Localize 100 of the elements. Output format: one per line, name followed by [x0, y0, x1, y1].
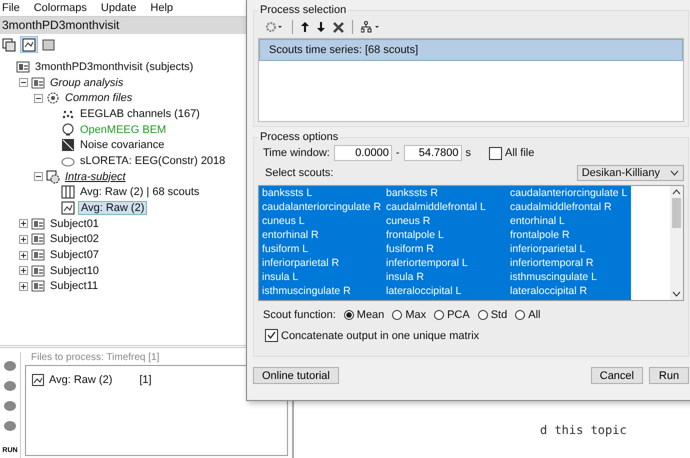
scout-item[interactable]: bankssts L: [259, 186, 383, 200]
field-label: Scout function:: [263, 309, 336, 321]
function-radio[interactable]: Max: [392, 309, 426, 321]
scout-item[interactable]: lateraloccipital L: [383, 284, 507, 298]
subject-icon: [31, 76, 45, 90]
tree-item[interactable]: 3monthPD3monthvisit (subjects): [33, 60, 196, 73]
scroll-down-icon[interactable]: [672, 291, 681, 297]
scout-item[interactable]: frontalpole R: [507, 228, 631, 242]
function-radio[interactable]: PCA: [434, 309, 470, 321]
file-icon: [32, 374, 44, 386]
panel-title: Files to process: Timefreq [1]: [30, 352, 160, 365]
tree-item[interactable]: Intra-subject: [63, 170, 128, 183]
tree-item[interactable]: sLORETA: EEG(Constr) 2018: [78, 154, 228, 167]
scout-item[interactable]: entorhinal L: [507, 214, 631, 228]
expander-icon[interactable]: [19, 266, 28, 276]
atlas-dropdown[interactable]: Desikan-Killiany: [576, 165, 684, 181]
field-label: Select scouts:: [265, 167, 334, 179]
move-down-button[interactable]: [317, 22, 325, 32]
scout-item[interactable]: lateraloccipital R: [507, 284, 631, 298]
scrollbar[interactable]: [670, 186, 683, 300]
group-title: Process selection: [259, 4, 348, 16]
menu-item[interactable]: Help: [150, 2, 174, 14]
subject-icon: [31, 232, 45, 246]
concatenate-checkbox[interactable]: Concatenate output in one unique matrix: [258, 325, 684, 352]
toolbar-button[interactable]: [20, 36, 38, 53]
tree-item[interactable]: Noise covariance: [78, 139, 166, 152]
cancel-button[interactable]: Cancel: [590, 367, 643, 384]
tutorial-button[interactable]: Online tutorial: [253, 367, 339, 384]
expander-icon[interactable]: [34, 94, 43, 103]
tree-item[interactable]: Subject11: [48, 280, 100, 292]
menu-item[interactable]: Update: [100, 2, 136, 14]
move-up-button[interactable]: [301, 22, 309, 32]
unit-label: s: [466, 147, 472, 159]
scout-item[interactable]: inferiorparietal L: [507, 242, 631, 256]
tree-item[interactable]: Avg: Raw (2): [78, 201, 148, 216]
scroll-thumb[interactable]: [672, 198, 681, 228]
gear-icon: [46, 91, 60, 106]
page-text: d this topic: [540, 423, 627, 437]
scout-item[interactable]: insula R: [383, 270, 507, 284]
data-entry[interactable]: Avg: Raw (2): [49, 374, 112, 386]
function-radio[interactable]: Std: [478, 309, 508, 321]
tree-item[interactable]: Subject10: [48, 264, 101, 277]
expander-icon[interactable]: [19, 234, 28, 244]
scout-item[interactable]: caudalanteriorcingulate R: [259, 200, 383, 214]
menu-item[interactable]: Colormaps: [34, 2, 87, 14]
scout-item[interactable]: caudalanteriorcingulate L: [507, 186, 631, 200]
time-start-field[interactable]: 0.0000: [334, 145, 392, 161]
head-icon: [61, 122, 75, 137]
tree-item[interactable]: OpenMEEG BEM: [78, 124, 168, 136]
all-file-checkbox[interactable]: All file: [489, 146, 534, 160]
scout-item[interactable]: entorhinal R: [259, 228, 383, 242]
expander-icon[interactable]: [19, 78, 28, 88]
group-title: Process options: [259, 131, 340, 143]
tree-item[interactable]: Subject07: [48, 249, 101, 262]
tree-item[interactable]: Subject02: [48, 233, 101, 246]
range-separator: -: [396, 147, 400, 159]
scout-item[interactable]: isthmuscingulate R: [259, 284, 383, 298]
toolbar-button[interactable]: [0, 36, 18, 53]
scout-item[interactable]: inferiortemporal R: [507, 256, 631, 270]
scout-item[interactable]: fusiform L: [259, 242, 383, 256]
menu-item[interactable]: File: [2, 2, 20, 14]
scout-item[interactable]: insula L: [259, 270, 383, 284]
function-radio[interactable]: Mean: [344, 309, 384, 321]
pipeline-dropdown[interactable]: [361, 21, 381, 33]
scout-item[interactable]: caudalmiddlefrontal L: [383, 200, 507, 214]
check-icon: [266, 330, 277, 341]
subject-icon: [31, 264, 45, 278]
scout-item[interactable]: caudalmiddlefrontal R: [507, 200, 631, 214]
time-end-field[interactable]: 54.7800: [404, 145, 462, 161]
table-icon: [61, 185, 75, 200]
scout-item[interactable]: bankssts R: [383, 186, 507, 200]
tree-item[interactable]: Group analysis: [48, 76, 126, 89]
chart-icon: [61, 201, 75, 216]
scout-item[interactable]: frontalpole L: [383, 228, 507, 242]
matrix-icon: [61, 138, 75, 152]
expander-icon[interactable]: [34, 172, 43, 182]
scout-item[interactable]: inferiortemporal L: [383, 256, 507, 270]
field-label: Time window:: [263, 147, 330, 159]
scout-item[interactable]: fusiform R: [383, 242, 507, 256]
function-radio[interactable]: All: [515, 309, 540, 321]
file-count: [1]: [139, 374, 152, 386]
tree-item[interactable]: EEGLAB channels (167): [78, 108, 202, 120]
scout-item[interactable]: cuneus R: [383, 214, 507, 228]
scroll-up-icon[interactable]: [672, 189, 681, 195]
expander-icon[interactable]: [19, 282, 28, 291]
scout-item[interactable]: inferiorparietal R: [259, 256, 383, 270]
tree-item[interactable]: Avg: Raw (2) | 68 scouts: [78, 186, 202, 198]
tree-item[interactable]: Subject01: [48, 218, 101, 230]
expander-icon[interactable]: [19, 219, 28, 228]
chevron-down-icon: [670, 170, 679, 176]
tree-item[interactable]: Common files: [63, 92, 134, 104]
subject-icon: [31, 248, 45, 262]
scout-item[interactable]: cuneus L: [259, 214, 383, 228]
expander-icon[interactable]: [19, 250, 28, 260]
subject-icon: [31, 216, 45, 231]
gear-dropdown[interactable]: [266, 22, 284, 32]
scout-item[interactable]: isthmuscingulate L: [507, 270, 631, 284]
delete-button[interactable]: [333, 22, 344, 32]
process-item[interactable]: Scouts time series: [68 scouts]: [259, 39, 683, 61]
run-button[interactable]: Run: [649, 367, 689, 384]
